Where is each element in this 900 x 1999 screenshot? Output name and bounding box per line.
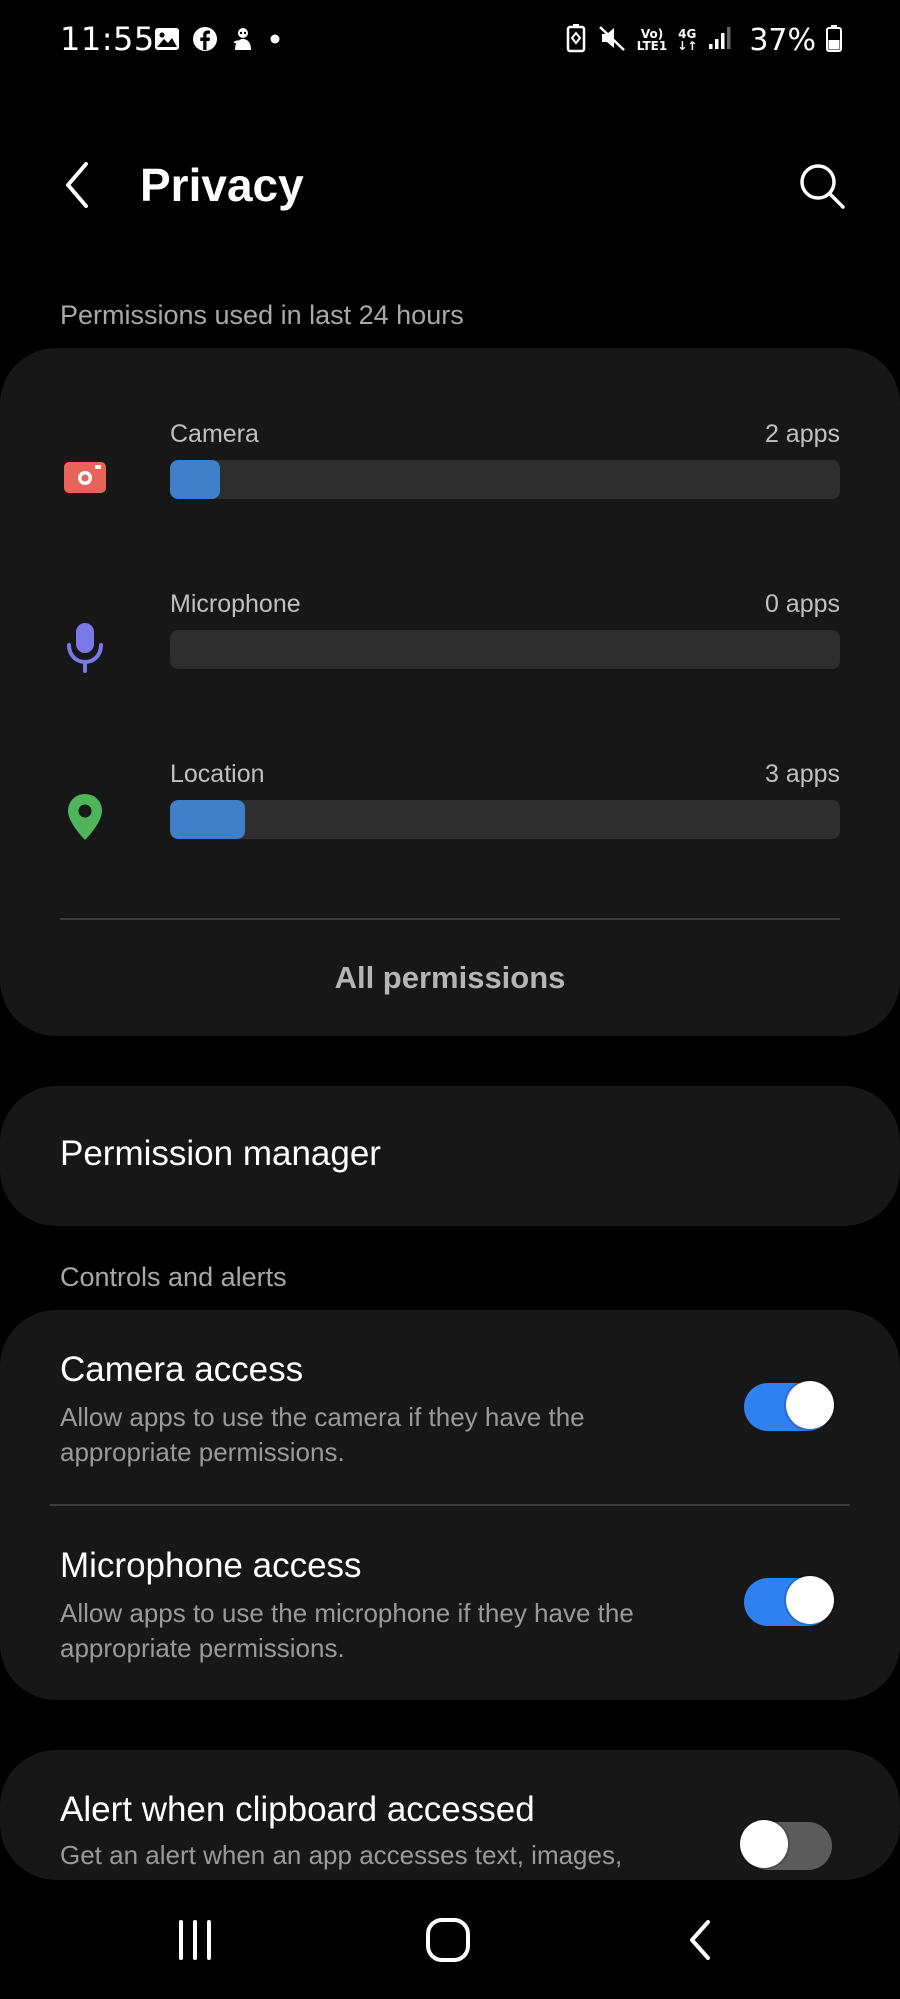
usage-name: Location <box>170 760 265 788</box>
game-mascot-icon <box>230 26 256 56</box>
usage-bar-track <box>170 460 840 499</box>
battery-percentage: 37% <box>749 22 816 58</box>
notification-icons <box>154 26 282 56</box>
more-notifications-dot-icon <box>268 26 282 56</box>
clipboard-alert-toggle[interactable] <box>740 1820 832 1870</box>
control-title: Alert when clipboard accessed <box>60 1790 535 1829</box>
facebook-icon <box>192 26 218 56</box>
controls-section-label: Controls and alerts <box>60 1262 287 1292</box>
usage-bar-fill <box>170 800 246 839</box>
usage-count: 2 apps <box>764 420 840 448</box>
toggle-knob <box>740 1820 788 1868</box>
camera-access-item[interactable]: Camera access Allow apps to use the came… <box>0 1310 900 1500</box>
usage-row-location[interactable]: Location 3 apps <box>0 752 900 872</box>
microphone-icon <box>60 622 110 673</box>
network-type-indicator: 4G ↓↑ <box>677 27 698 53</box>
usage-bar-track <box>170 630 840 669</box>
search-icon <box>800 164 845 209</box>
usage-section-label: Permissions used in last 24 hours <box>60 300 464 330</box>
control-description: Allow apps to use the camera if they hav… <box>60 1402 585 1467</box>
usage-count: 0 apps <box>764 590 840 618</box>
microphone-access-toggle[interactable] <box>744 1576 834 1626</box>
battery-saver-icon <box>565 23 587 57</box>
volte-indicator: Vo) LTE1 <box>636 27 668 53</box>
search-button[interactable] <box>794 158 850 214</box>
home-button[interactable] <box>408 1910 488 1970</box>
microphone-access-item[interactable]: Microphone access Allow apps to use the … <box>0 1506 900 1696</box>
clipboard-alert-item[interactable]: Alert when clipboard accessed Get an ale… <box>0 1750 900 1880</box>
permissions-usage-card: Camera 2 apps Microphone 0 apps Location <box>0 348 900 1036</box>
nav-back-button[interactable] <box>660 1910 740 1970</box>
back-icon <box>690 1920 710 1960</box>
recents-icon <box>179 1920 211 1960</box>
usage-name: Microphone <box>170 590 301 618</box>
controls-card: Camera access Allow apps to use the came… <box>0 1310 900 1700</box>
permission-manager-item[interactable]: Permission manager <box>0 1086 900 1226</box>
control-title: Camera access <box>60 1350 304 1389</box>
usage-row-camera[interactable]: Camera 2 apps <box>0 412 900 532</box>
recents-button[interactable] <box>155 1910 235 1970</box>
system-status-icons: Vo) LTE1 4G ↓↑ 37% <box>565 18 842 62</box>
mute-icon <box>597 23 627 57</box>
chevron-left-icon <box>66 162 88 208</box>
usage-count: 3 apps <box>764 760 840 788</box>
camera-icon <box>60 452 110 502</box>
usage-row-microphone[interactable]: Microphone 0 apps <box>0 582 900 702</box>
usage-name: Camera <box>170 420 259 448</box>
permission-manager-label: Permission manager <box>60 1134 381 1173</box>
camera-access-toggle[interactable] <box>744 1381 834 1431</box>
battery-icon <box>826 24 842 56</box>
toggle-knob <box>786 1381 834 1429</box>
control-description: Allow apps to use the microphone if they… <box>60 1598 634 1663</box>
usage-bar-track <box>170 800 840 839</box>
status-bar: 11:55 Vo) LTE1 4G ↓↑ 37% <box>0 0 900 80</box>
all-permissions-button[interactable]: All permissions <box>0 960 900 996</box>
toggle-knob <box>786 1576 834 1624</box>
app-header: Privacy <box>0 140 900 230</box>
control-description: Get an alert when an app accesses text, … <box>60 1840 623 1870</box>
usage-bar-fill <box>170 460 221 499</box>
status-time: 11:55 <box>60 20 155 58</box>
divider <box>60 918 840 920</box>
control-title: Microphone access <box>60 1546 362 1585</box>
gallery-icon <box>154 26 180 56</box>
page-title: Privacy <box>140 159 304 211</box>
home-icon <box>426 1918 470 1962</box>
signal-strength-icon <box>707 24 735 56</box>
navigation-bar <box>0 1880 900 1999</box>
location-pin-icon <box>60 792 110 842</box>
back-button[interactable] <box>52 160 102 210</box>
